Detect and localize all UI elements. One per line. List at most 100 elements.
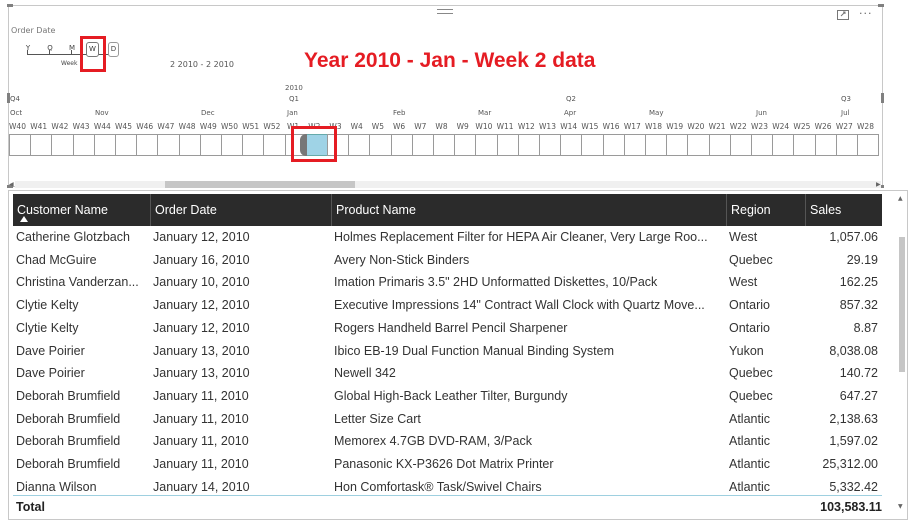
table-row[interactable]: Christina Vanderzan... January 10, 2010 Im…	[13, 272, 882, 295]
cell-customer: Deborah Brumfield	[16, 411, 121, 426]
week-cell[interactable]	[602, 134, 625, 156]
week-cell[interactable]	[666, 134, 689, 156]
total-label: Total	[16, 500, 45, 514]
table-row[interactable]: Chad McGuire January 16, 2010 Avery Non-St…	[13, 250, 882, 273]
week-cell[interactable]	[411, 134, 434, 156]
week-cell[interactable]	[496, 134, 519, 156]
table-row[interactable]: Deborah Brumfield January 11, 2010 Letter …	[13, 409, 882, 432]
focus-mode-icon[interactable]	[837, 10, 849, 20]
cell-date: January 10, 2010	[153, 275, 250, 290]
column-header-customer[interactable]: Customer Name	[13, 194, 150, 226]
highlight-box-week	[291, 126, 337, 162]
table-row[interactable]: Dave Poirier January 13, 2010 Newell 342 Qu…	[13, 363, 882, 386]
week-cell[interactable]	[475, 134, 498, 156]
scroll-right-icon[interactable]: ▶	[876, 181, 881, 188]
table-row[interactable]: Dave Poirier January 13, 2010 Ibico EB-19 …	[13, 341, 882, 364]
granularity-year[interactable]: Y	[26, 44, 30, 52]
cell-sales: 8.87	[853, 320, 878, 335]
total-row: Total 103,583.11	[13, 497, 882, 519]
resize-handle-top-left[interactable]	[7, 4, 13, 7]
week-cell[interactable]	[623, 134, 646, 156]
week-cell[interactable]	[751, 134, 774, 156]
week-cell[interactable]	[835, 134, 858, 156]
timeline-scrollbar[interactable]	[15, 181, 881, 188]
cell-date: January 13, 2010	[153, 366, 250, 381]
more-options-icon[interactable]: ···	[859, 8, 873, 19]
granularity-quarter[interactable]: Q	[47, 44, 53, 52]
scroll-up-icon[interactable]: ▲	[898, 195, 903, 202]
cell-sales: 5,332.42	[829, 479, 878, 494]
week-cell[interactable]	[517, 134, 540, 156]
timeline-scrollbar-thumb[interactable]	[165, 181, 355, 188]
week-cell[interactable]	[178, 134, 201, 156]
resize-handle-right[interactable]	[881, 93, 884, 103]
timeline-slicer[interactable]: ··· Order Date Y Q M W D Week 2 2010 - 2…	[7, 4, 884, 188]
scroll-down-icon[interactable]: ▼	[898, 503, 903, 510]
table-row[interactable]: Deborah Brumfield January 11, 2010 Global …	[13, 386, 882, 409]
week-cell[interactable]	[72, 134, 95, 156]
week-cell[interactable]	[9, 134, 32, 156]
granularity-day-button[interactable]: D	[108, 42, 119, 57]
table-row[interactable]: Clytie Kelty January 12, 2010 Executive Im…	[13, 295, 882, 318]
week-cell-row[interactable]	[9, 134, 880, 156]
week-cell[interactable]	[93, 134, 116, 156]
week-cell[interactable]	[857, 134, 880, 156]
week-label: W48	[178, 122, 196, 131]
week-cell[interactable]	[30, 134, 53, 156]
week-cell[interactable]	[581, 134, 604, 156]
week-cell[interactable]	[242, 134, 265, 156]
week-label: W44	[93, 122, 111, 131]
cell-sales: 162.25	[839, 275, 878, 290]
table-row[interactable]: Clytie Kelty January 12, 2010 Rogers Handh…	[13, 318, 882, 341]
week-label: W28	[857, 122, 874, 131]
table-row[interactable]: Catherine Glotzbach January 12, 2010 Holme…	[13, 227, 882, 250]
week-cell[interactable]	[115, 134, 138, 156]
cell-region: Atlantic	[729, 434, 770, 449]
week-cell[interactable]	[433, 134, 456, 156]
week-label: W46	[136, 122, 154, 131]
week-cell[interactable]	[136, 134, 159, 156]
week-cell[interactable]	[454, 134, 477, 156]
week-cell[interactable]	[708, 134, 731, 156]
week-cell[interactable]	[221, 134, 244, 156]
table-vertical-scrollbar[interactable]: ▲ ▼	[898, 195, 906, 515]
column-header-order-date[interactable]: Order Date	[150, 194, 331, 226]
cell-product: Imation Primaris 3.5" 2HD Unformatted Di…	[334, 275, 658, 290]
cell-date: January 12, 2010	[153, 298, 250, 313]
granularity-month[interactable]: M	[69, 44, 75, 52]
table-row[interactable]: Deborah Brumfield January 11, 2010 Panason…	[13, 454, 882, 477]
column-header-product[interactable]: Product Name	[331, 194, 726, 226]
week-label: W45	[115, 122, 132, 131]
week-label: W11	[496, 122, 514, 131]
column-header-sales[interactable]: Sales	[805, 194, 882, 226]
week-cell[interactable]	[772, 134, 795, 156]
week-cell[interactable]	[539, 134, 562, 156]
week-cell[interactable]	[51, 134, 74, 156]
drag-handle-icon[interactable]	[437, 9, 453, 17]
cell-date: January 11, 2010	[153, 434, 249, 449]
table-scrollbar-thumb[interactable]	[899, 237, 905, 372]
table-row[interactable]: Deborah Brumfield January 11, 2010 Memorex…	[13, 431, 882, 454]
week-cell[interactable]	[390, 134, 413, 156]
week-cell[interactable]	[560, 134, 583, 156]
week-cell[interactable]	[814, 134, 837, 156]
week-cell[interactable]	[263, 134, 286, 156]
resize-handle-top-right[interactable]	[878, 4, 884, 7]
table-row[interactable]: Dianna Wilson January 14, 2010 Hon Comfort…	[13, 477, 882, 495]
scroll-left-icon[interactable]: ◀	[9, 181, 14, 188]
cell-sales: 2,138.63	[829, 411, 878, 426]
week-cell[interactable]	[369, 134, 392, 156]
week-cell[interactable]	[793, 134, 816, 156]
week-label: W22	[729, 122, 747, 131]
week-label: W5	[371, 122, 384, 131]
week-label: W41	[30, 122, 48, 131]
week-cell[interactable]	[687, 134, 710, 156]
week-cell[interactable]	[157, 134, 180, 156]
granularity-selected-label: Week	[61, 60, 78, 67]
week-cell[interactable]	[645, 134, 668, 156]
week-cell[interactable]	[729, 134, 752, 156]
week-cell[interactable]	[199, 134, 222, 156]
column-header-region[interactable]: Region	[726, 194, 805, 226]
week-cell[interactable]	[348, 134, 371, 156]
cell-date: January 16, 2010	[153, 252, 250, 267]
